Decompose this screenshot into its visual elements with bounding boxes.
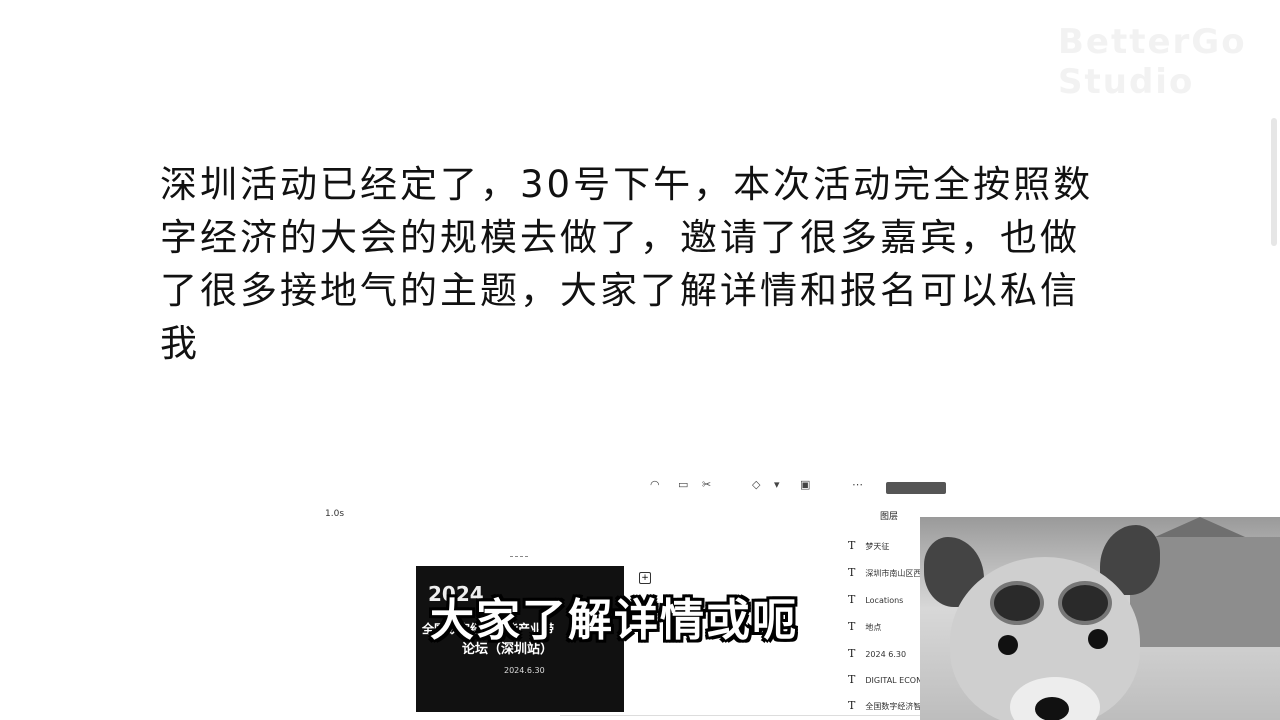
- layer-item[interactable]: T Locations: [848, 593, 928, 607]
- image-icon[interactable]: ▣: [800, 478, 810, 492]
- add-icon[interactable]: +: [639, 572, 651, 584]
- video-subtitle: 大家了解详情或呃: [430, 595, 798, 646]
- text-layer-icon: T: [848, 566, 856, 579]
- divider: [560, 715, 920, 716]
- shape-icon[interactable]: ◇: [752, 478, 760, 492]
- layer-item[interactable]: T DIGITAL ECON: [848, 673, 928, 687]
- layer-item[interactable]: T 2024 6.30: [848, 647, 928, 661]
- layer-item[interactable]: T 地点: [848, 620, 928, 634]
- panda-nose: [1035, 697, 1069, 720]
- text-layer-icon: T: [848, 673, 856, 686]
- layers-title: 图层: [880, 512, 899, 522]
- crop-icon[interactable]: ▭: [678, 478, 688, 492]
- text-layer-icon: T: [848, 699, 856, 712]
- screen: BetterGo Studio 深圳活动已经定了，30号下午，本次活动完全按照数…: [0, 0, 1280, 720]
- watermark-logo: BetterGo Studio: [1058, 22, 1247, 102]
- text-layer-icon: T: [848, 593, 856, 606]
- slide-date: 2024.6.30: [504, 666, 545, 675]
- down-icon[interactable]: ▾: [774, 478, 780, 492]
- webcam-overlay: [920, 517, 1280, 720]
- goggles-icon: [990, 581, 1120, 625]
- vertical-scrollbar[interactable]: [1271, 118, 1277, 246]
- toolbar-selected-control[interactable]: [886, 482, 946, 494]
- text-layer-icon: T: [848, 539, 856, 552]
- scissors-icon[interactable]: ✂: [702, 478, 711, 492]
- layers-panel: 图层 T 梦天征 T 深圳市南山区西 T Locations T 地点 T 2024 6.…: [842, 505, 922, 720]
- canvas-handle[interactable]: [510, 556, 528, 559]
- slide-main-text: 深圳活动已经定了，30号下午，本次活动完全按照数字经济的大会的规模去做了，邀请了…: [160, 163, 1094, 365]
- more-icon[interactable]: ⋯: [852, 478, 863, 492]
- panda-eye-left: [998, 635, 1018, 655]
- layer-item[interactable]: T 全国数字经济智: [848, 699, 928, 713]
- layer-item[interactable]: T 深圳市南山区西: [848, 566, 928, 580]
- layer-item[interactable]: T 梦天征: [848, 539, 928, 553]
- red-panda-avatar: [950, 557, 1140, 720]
- undo-icon[interactable]: ◠: [650, 478, 660, 492]
- panda-eye-right: [1088, 629, 1108, 649]
- text-layer-icon: T: [848, 620, 856, 633]
- duration-label: 1.0s: [325, 509, 345, 519]
- text-layer-icon: T: [848, 647, 856, 660]
